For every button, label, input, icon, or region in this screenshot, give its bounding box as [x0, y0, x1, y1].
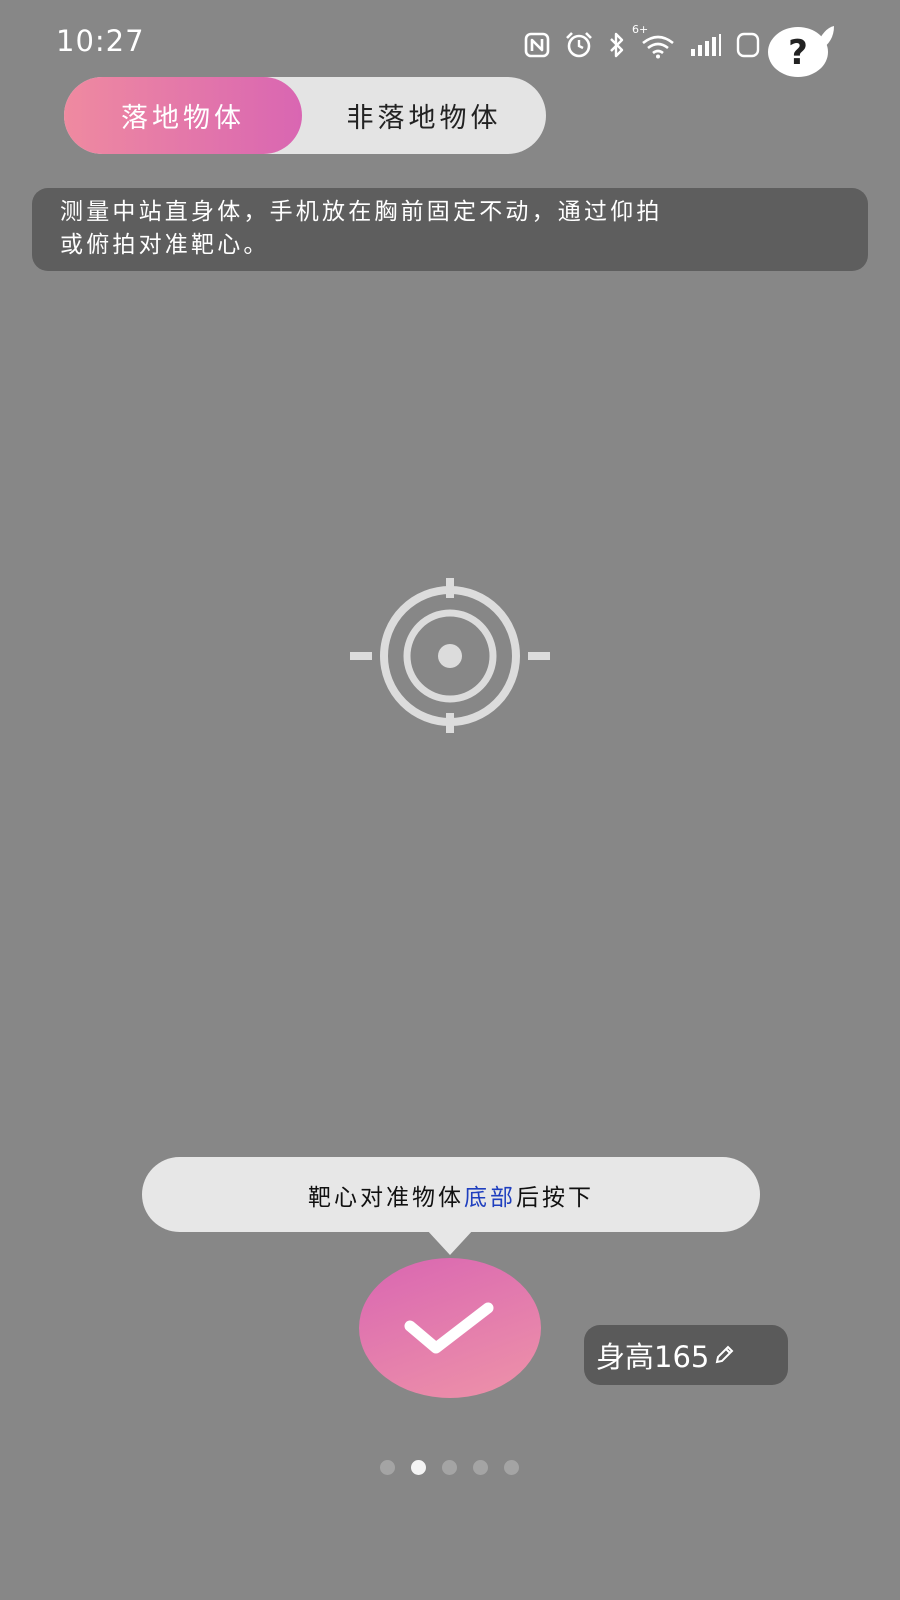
battery-icon — [736, 32, 760, 58]
height-setting-button[interactable]: 身高165 — [584, 1325, 788, 1385]
instruction-banner: 测量中站直身体，手机放在胸前固定不动，通过仰拍 或俯拍对准靶心。 — [32, 188, 868, 271]
tooltip-suffix: 后按下 — [516, 1184, 594, 1211]
page-dot-5[interactable] — [504, 1460, 519, 1475]
help-glyph: ? — [788, 33, 808, 73]
page-dot-2[interactable] — [411, 1460, 426, 1475]
check-icon — [404, 1302, 494, 1354]
measure-screen: 10:27 6+ ? 落地物体 非落地物体 测量中站直身体，手机放在胸前固定不动… — [0, 0, 900, 1600]
bluetooth-icon — [610, 32, 624, 58]
tab-non-grounded-object[interactable]: 非落地物体 — [302, 77, 546, 154]
page-dot-3[interactable] — [442, 1460, 457, 1475]
tooltip-arrow — [426, 1229, 474, 1255]
status-time: 10:27 — [56, 24, 145, 58]
crosshair-target-icon — [350, 578, 550, 733]
instruction-tooltip: 靶心对准物体 底部 后按下 — [142, 1157, 760, 1232]
network-badge: 6+ — [632, 23, 649, 36]
alarm-icon — [566, 32, 592, 58]
confirm-button[interactable] — [359, 1258, 541, 1398]
help-button[interactable]: ? — [766, 22, 838, 80]
mode-toggle: 落地物体 非落地物体 — [64, 77, 546, 154]
tab-grounded-object[interactable]: 落地物体 — [64, 77, 302, 154]
tooltip-highlight: 底部 — [464, 1184, 516, 1211]
wifi-indicator: 6+ — [632, 23, 676, 59]
nfc-icon — [524, 32, 550, 58]
height-label: 身高165 — [596, 1340, 710, 1374]
page-dot-1[interactable] — [380, 1460, 395, 1475]
instruction-line-2: 或俯拍对准靶心。 — [60, 232, 270, 258]
signal-icon — [691, 34, 721, 56]
pencil-icon — [716, 1345, 734, 1364]
page-dot-4[interactable] — [473, 1460, 488, 1475]
tooltip-prefix: 靶心对准物体 — [308, 1184, 464, 1211]
page-indicator — [380, 1460, 519, 1475]
instruction-line-1: 测量中站直身体，手机放在胸前固定不动，通过仰拍 — [60, 199, 663, 225]
status-icons: 6+ — [524, 23, 760, 60]
